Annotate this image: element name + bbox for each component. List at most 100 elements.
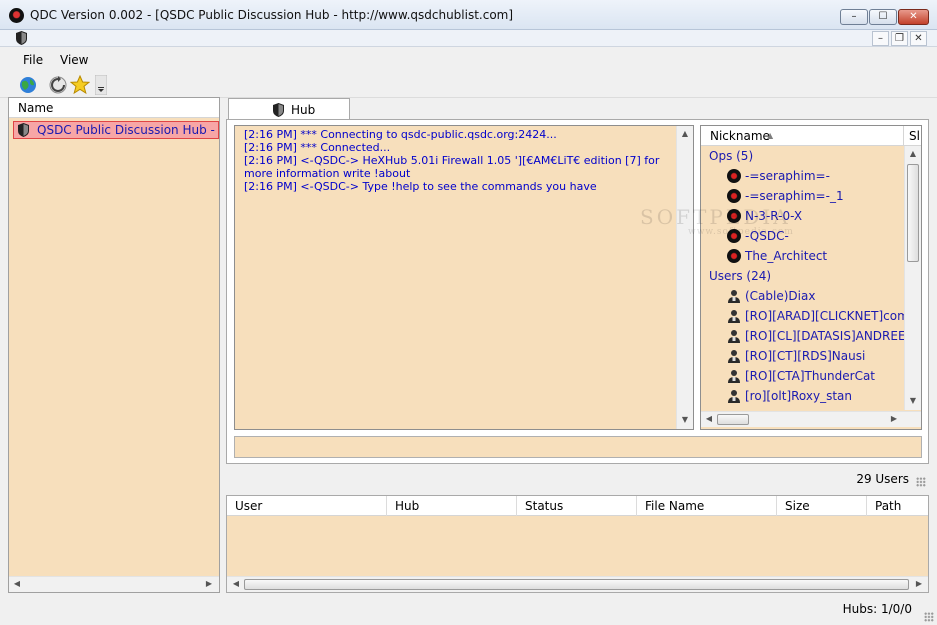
user-row[interactable]: [RO][CTA]ThunderCat xyxy=(727,366,906,386)
user-tree: Ops (5) -=seraphim=- -=seraphim=-_1 N-3-… xyxy=(701,146,906,410)
app-icon xyxy=(9,8,24,23)
chat-log[interactable]: [2:16 PM] *** Connecting to qsdc-public.… xyxy=(234,125,694,430)
watermark-sub: www.softpedia.com xyxy=(688,227,794,237)
user-nickname: The_Architect xyxy=(745,249,828,263)
message-input[interactable] xyxy=(234,436,922,458)
user-row[interactable]: -=seraphim=-_1 xyxy=(727,186,906,206)
hub-list-panel: Name QSDC Public Discussion Hub - http:/… xyxy=(8,97,220,593)
hub-list-item[interactable]: QSDC Public Discussion Hub - http://www.… xyxy=(13,121,219,139)
scroll-thumb[interactable] xyxy=(244,579,909,590)
softpedia-watermark: SOFTPEDIA www.softpedia.com xyxy=(640,205,794,237)
transfer-header: User Hub Status File Name Size Path xyxy=(227,496,928,516)
hub-tab-icon xyxy=(273,103,284,117)
user-icon xyxy=(728,310,740,323)
column-name: Name xyxy=(18,101,54,115)
column-nickname[interactable]: Nickname xyxy=(710,129,770,143)
scroll-left-icon[interactable]: ◀ xyxy=(703,414,715,423)
toolbar xyxy=(0,72,937,98)
chat-message: [2:16 PM] <-QSDC-> Type !help to see the… xyxy=(244,180,597,193)
scroll-up-icon[interactable]: ▲ xyxy=(908,149,918,158)
operator-icon xyxy=(727,169,741,183)
column-path[interactable]: Path xyxy=(867,496,928,516)
hub-document-icon xyxy=(16,31,27,45)
tab-hub-label: Hub xyxy=(291,103,316,117)
scroll-down-icon[interactable]: ▼ xyxy=(680,415,690,424)
column-label: User xyxy=(235,499,263,513)
mdi-close-button[interactable]: ✕ xyxy=(910,31,927,46)
menu-bar: File View xyxy=(0,48,937,72)
menu-file[interactable]: File xyxy=(23,53,43,67)
user-count: 29 Users xyxy=(856,472,909,486)
scroll-right-icon[interactable]: ▶ xyxy=(888,414,900,423)
chat-message: [2:16 PM] <-QSDC-> HeXHub 5.01i Firewall… xyxy=(244,154,660,180)
column-file-name[interactable]: File Name xyxy=(637,496,777,516)
column-share[interactable]: Sl xyxy=(909,129,920,143)
hubs-status: Hubs: 1/0/0 xyxy=(842,602,912,616)
chat-message: [2:16 PM] *** Connecting to qsdc-public.… xyxy=(244,128,557,141)
close-button[interactable]: ✕ xyxy=(898,9,929,25)
user-nickname: [RO][CT][RDS]Nausi xyxy=(745,349,866,363)
user-list-hscrollbar[interactable]: ◀ ▶ xyxy=(701,411,921,427)
refresh-icon[interactable] xyxy=(48,75,68,95)
column-hub[interactable]: Hub xyxy=(387,496,517,516)
hub-list-item-label: QSDC Public Discussion Hub - http://www.… xyxy=(37,123,218,137)
group-ops[interactable]: Ops (5) xyxy=(709,149,753,163)
group-users[interactable]: Users (24) xyxy=(709,269,771,283)
column-label: Size xyxy=(785,499,810,513)
user-nickname: [RO][CL][DATASIS]ANDREEA xyxy=(745,329,906,343)
scroll-right-icon[interactable]: ▶ xyxy=(913,579,925,588)
operator-icon xyxy=(727,249,741,263)
user-row[interactable]: [RO][CT][RDS]Nausi xyxy=(727,346,906,366)
window-resize-grip[interactable] xyxy=(924,612,934,622)
resize-grip[interactable] xyxy=(916,477,926,487)
transfer-hscrollbar[interactable]: ◀ ▶ xyxy=(227,576,928,592)
user-nickname: -=seraphim=- xyxy=(745,169,830,183)
user-nickname: [RO][CTA]ThunderCat xyxy=(745,369,876,383)
minimize-button[interactable]: – xyxy=(840,9,868,25)
maximize-button[interactable]: ☐ xyxy=(869,9,897,25)
scroll-left-icon[interactable]: ◀ xyxy=(11,579,23,588)
user-nickname: [RO][ARAD][CLICKNET]com... xyxy=(745,309,906,323)
window-title: QDC Version 0.002 - [QSDC Public Discuss… xyxy=(30,8,514,22)
column-status[interactable]: Status xyxy=(517,496,637,516)
column-user[interactable]: User xyxy=(227,496,387,516)
menu-view[interactable]: View xyxy=(60,53,88,67)
scroll-up-icon[interactable]: ▲ xyxy=(680,129,690,138)
hub-list-header[interactable]: Name xyxy=(9,98,219,118)
column-label: File Name xyxy=(645,499,705,513)
watermark-main: SOFTPEDIA xyxy=(640,205,791,229)
user-row[interactable]: The_Architect xyxy=(727,246,906,266)
user-icon xyxy=(728,290,740,303)
column-label: Status xyxy=(525,499,564,513)
column-label: Hub xyxy=(395,499,420,513)
column-size[interactable]: Size xyxy=(777,496,867,516)
user-row[interactable]: -=seraphim=- xyxy=(727,166,906,186)
user-row[interactable]: [ro][olt]Roxy_stan xyxy=(727,386,906,406)
user-nickname: (Cable)Diax xyxy=(745,289,816,303)
chat-vscrollbar[interactable]: ▲ ▼ xyxy=(676,126,693,429)
operator-icon xyxy=(727,189,741,203)
hub-list-hscrollbar[interactable]: ◀ ▶ xyxy=(9,576,219,592)
scroll-right-icon[interactable]: ▶ xyxy=(203,579,215,588)
scroll-thumb[interactable] xyxy=(907,164,919,262)
user-row[interactable]: (Cable)Diax xyxy=(727,286,906,306)
sort-ascending-icon: ▲ xyxy=(767,131,774,140)
user-nickname: -=seraphim=-_1 xyxy=(745,189,844,203)
hub-pane: [2:16 PM] *** Connecting to qsdc-public.… xyxy=(226,119,929,464)
user-row[interactable]: [RO][CL][DATASIS]ANDREEA xyxy=(727,326,906,346)
star-icon[interactable] xyxy=(70,75,90,95)
chat-lines: [2:16 PM] *** Connecting to qsdc-public.… xyxy=(244,128,669,193)
mdi-bar: – ❐ ✕ xyxy=(0,30,937,47)
user-icon xyxy=(728,390,740,403)
mdi-minimize-button[interactable]: – xyxy=(872,31,889,46)
globe-icon[interactable] xyxy=(18,75,38,95)
mdi-restore-button[interactable]: ❐ xyxy=(891,31,908,46)
dropdown-chevron-icon[interactable] xyxy=(95,75,107,95)
user-icon xyxy=(728,330,740,343)
scroll-thumb[interactable] xyxy=(717,414,749,425)
user-row[interactable]: [RO][ARAD][CLICKNET]com... xyxy=(727,306,906,326)
user-list-vscrollbar[interactable]: ▲ ▼ xyxy=(904,146,921,410)
scroll-left-icon[interactable]: ◀ xyxy=(230,579,242,588)
scroll-down-icon[interactable]: ▼ xyxy=(908,396,918,405)
tab-hub[interactable]: Hub xyxy=(228,98,350,120)
